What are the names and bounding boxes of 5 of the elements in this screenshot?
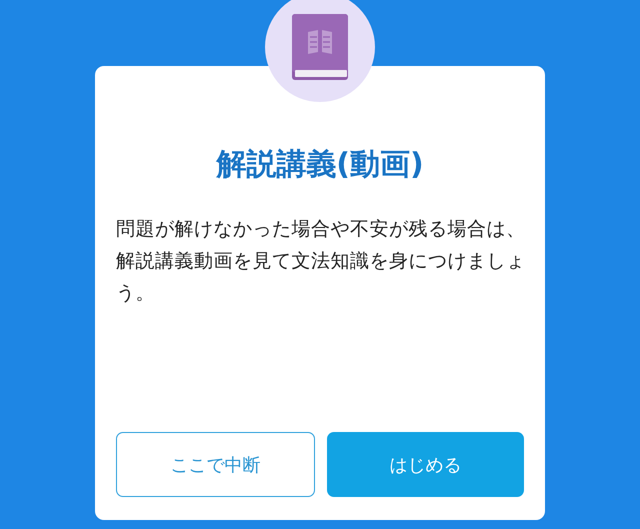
pause-button[interactable]: ここで中断: [116, 432, 315, 497]
start-button[interactable]: はじめる: [327, 432, 524, 497]
dialog-message: 問題が解けなかった場合や不安が残る場合は、解説講義動画を見て文法知識を身につけましょう。: [116, 217, 526, 306]
dialog-title: 解説講義(動画): [216, 146, 424, 184]
book-icon: [290, 12, 350, 82]
